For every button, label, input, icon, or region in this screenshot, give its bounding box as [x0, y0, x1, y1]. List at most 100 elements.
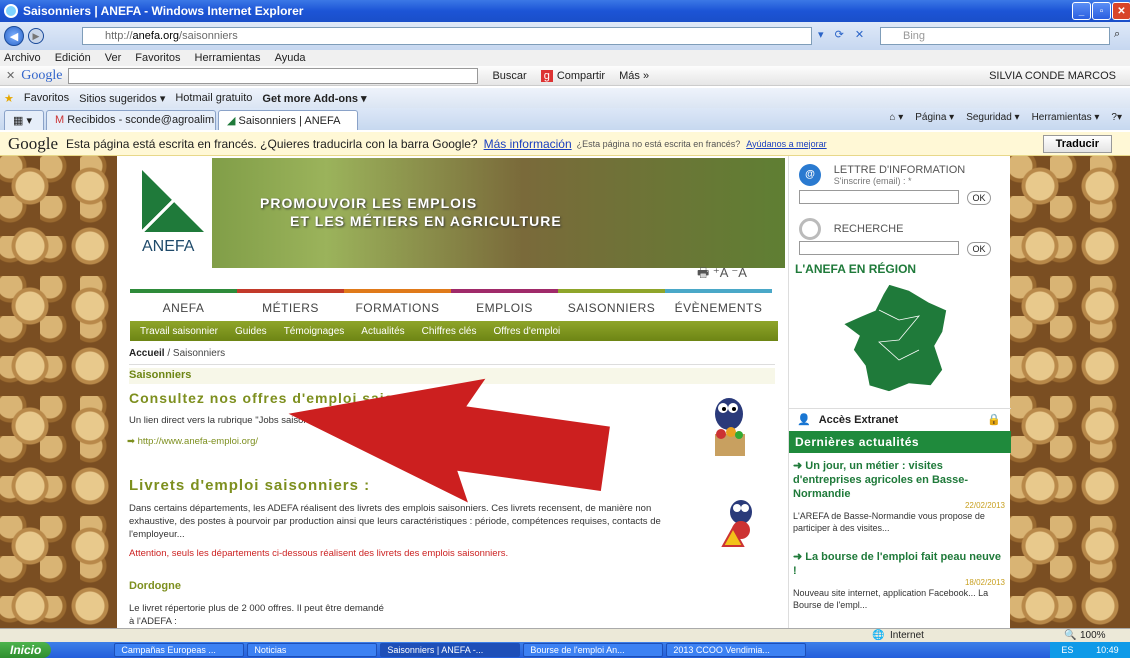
- print-icon[interactable]: 🖶: [697, 265, 709, 280]
- tab-recibidos-label: Recibidos - sconde@agroalim...: [67, 114, 216, 126]
- internet-zone-icon: 🌐: [872, 630, 885, 641]
- close-button[interactable]: ✕: [1112, 2, 1130, 20]
- logs-background-left: [0, 156, 117, 628]
- news-title[interactable]: ➜ Un jour, un métier : visites d'entrepr…: [793, 459, 1005, 501]
- search-icon[interactable]: ⌕: [1114, 28, 1120, 41]
- fav-item-addons[interactable]: Get more Add-ons ▾: [262, 92, 366, 105]
- newsletter-ok-button[interactable]: OK: [967, 191, 991, 205]
- nav-formations[interactable]: FORMATIONS: [344, 289, 451, 315]
- search-block: RECHERCHE: [799, 218, 903, 240]
- subnav-guides[interactable]: Guides: [235, 326, 267, 337]
- newsletter-title: LETTRE D'INFORMATION: [833, 164, 966, 176]
- region-title: L'ANEFA EN RÉGION: [795, 262, 917, 276]
- extranet-link[interactable]: 👤 Accès Extranet 🔒: [789, 408, 1011, 430]
- compartir-button[interactable]: Compartir: [557, 70, 605, 82]
- news-item[interactable]: ➜ La bourse de l'emploi fait peau neuve …: [793, 550, 1005, 611]
- taskbar-bourse[interactable]: Bourse de l'emploi An...: [523, 643, 664, 657]
- close-toolbar-icon[interactable]: ✕: [6, 69, 15, 82]
- buscar-button[interactable]: Buscar: [492, 70, 526, 82]
- link-anefa-emploi[interactable]: ➡ http://www.anefa-emploi.org/: [127, 436, 258, 447]
- user-icon: 👤: [797, 414, 811, 426]
- breadcrumb-home[interactable]: Accueil: [129, 348, 165, 359]
- header-banner: ANEFA PROMOUVOIR LES EMPLOIS ET LES MÉTI…: [130, 158, 785, 268]
- banner-slogan: PROMOUVOIR LES EMPLOIS ET LES MÉTIERS EN…: [260, 194, 562, 230]
- news-item[interactable]: ➜ Un jour, un métier : visites d'entrepr…: [793, 459, 1005, 534]
- extranet-label: Accès Extranet: [818, 413, 899, 426]
- zoom-level[interactable]: 100%: [1080, 630, 1106, 641]
- home-icon[interactable]: ⌂ ▾: [889, 112, 903, 123]
- mas-informacion-link[interactable]: Más información: [484, 137, 572, 151]
- mascot-warning-image: [717, 496, 757, 547]
- taskbar-noticias[interactable]: Noticias: [247, 643, 378, 657]
- fav-item-sitios[interactable]: Sitios sugeridos ▾: [79, 92, 165, 105]
- subnav-travail[interactable]: Travail saisonnier: [140, 326, 218, 337]
- ayudanos-link[interactable]: Ayúdanos a mejorar: [746, 139, 826, 149]
- banner-line-1: PROMOUVOIR LES EMPLOIS: [260, 195, 478, 211]
- warning-text: Attention, seuls les départements ci-des…: [129, 548, 509, 559]
- address-domain: anefa.org: [132, 30, 180, 42]
- maximize-button[interactable]: ▫: [1092, 2, 1111, 20]
- banner-line-2: ET LES MÉTIERS EN AGRICULTURE: [290, 213, 562, 229]
- nav-saisonniers[interactable]: SAISONNIERS: [558, 289, 665, 315]
- translate-small: ¿Esta página no está escrita en francés?: [576, 138, 741, 149]
- minimize-button[interactable]: _: [1072, 2, 1091, 20]
- tab-recibidos[interactable]: M Recibidos - sconde@agroalim...: [46, 110, 216, 130]
- text-livrets: Dans certains départements, les ADEFA ré…: [129, 503, 661, 540]
- pagina-menu[interactable]: Página ▾: [915, 112, 954, 123]
- subnav-actualites[interactable]: Actualités: [361, 326, 404, 337]
- forward-icon[interactable]: ▶: [28, 28, 44, 44]
- menu-ver[interactable]: Ver: [105, 52, 122, 64]
- menu-favoritos[interactable]: Favoritos: [135, 52, 180, 64]
- system-tray: ES 10:49: [1050, 642, 1130, 658]
- address-input[interactable]: http://anefa.org/saisonniers: [82, 27, 812, 45]
- nav-metiers[interactable]: MÉTIERS: [237, 289, 344, 315]
- subnav-temoignages[interactable]: Témoignages: [284, 326, 345, 337]
- taskbar-campanas[interactable]: Campañas Europeas ...: [114, 643, 245, 657]
- search-placeholder: Bing: [903, 30, 926, 42]
- google-search-input[interactable]: [68, 67, 479, 84]
- zoom-icon[interactable]: 🔍: [1064, 630, 1076, 641]
- language-indicator[interactable]: ES: [1061, 645, 1073, 655]
- news-text: L'AREFA de Basse-Normandie vous propose …: [793, 511, 985, 533]
- menu-archivo[interactable]: Archivo: [4, 52, 41, 64]
- taskbar-saisonniers[interactable]: Saisonniers | ANEFA -...: [380, 643, 521, 657]
- nav-anefa[interactable]: ANEFA: [130, 289, 237, 315]
- nav-evenements[interactable]: ÉVÈNEMENTS: [665, 289, 772, 315]
- menu-edicion[interactable]: Edición: [55, 52, 91, 64]
- font-size-text[interactable]: ⁺A ⁻A: [713, 265, 747, 280]
- font-size-controls[interactable]: 🖶 ⁺A ⁻A: [697, 264, 747, 286]
- quick-tabs-icon[interactable]: ▦ ▾: [4, 110, 44, 130]
- favorites-button[interactable]: Favoritos: [24, 92, 69, 104]
- search-input[interactable]: Bing: [880, 27, 1110, 45]
- news-title[interactable]: ➜ La bourse de l'emploi fait peau neuve …: [793, 550, 1005, 578]
- google-toolbar: ✕ Google Buscar g Compartir Más » SILVIA…: [0, 66, 1130, 86]
- help-icon[interactable]: ?▾: [1111, 112, 1122, 123]
- start-label: Inicio: [10, 643, 42, 657]
- site-search-ok-button[interactable]: OK: [967, 242, 991, 256]
- window-title: Saisonniers | ANEFA - Windows Internet E…: [23, 4, 304, 18]
- search-title: RECHERCHE: [833, 222, 904, 235]
- newsletter-email-input[interactable]: [799, 190, 959, 204]
- heading-dordogne: Dordogne: [129, 580, 181, 592]
- start-button[interactable]: Inicio: [0, 642, 52, 658]
- traducir-button[interactable]: Traducir: [1042, 135, 1112, 153]
- taskbar-ccoo[interactable]: 2013 CCOO Vendimia...: [666, 643, 807, 657]
- mas-button[interactable]: Más »: [619, 70, 649, 82]
- nav-emplois[interactable]: EMPLOIS: [451, 289, 558, 315]
- tab-anefa[interactable]: ◢ Saisonniers | ANEFA: [218, 110, 358, 130]
- menu-ayuda[interactable]: Ayuda: [275, 52, 306, 64]
- seguridad-menu[interactable]: Seguridad ▾: [966, 112, 1019, 123]
- subnav-chiffres[interactable]: Chiffres clés: [422, 326, 477, 337]
- menu-herramientas[interactable]: Herramientas: [195, 52, 261, 64]
- subnav-offres[interactable]: Offres d'emploi: [493, 326, 560, 337]
- herramientas-menu[interactable]: Herramientas ▾: [1032, 112, 1100, 123]
- main-nav: ANEFA MÉTIERS FORMATIONS EMPLOIS SAISONN…: [130, 289, 772, 315]
- site-search-input[interactable]: [799, 241, 959, 255]
- france-map[interactable]: [839, 280, 959, 400]
- fav-item-hotmail[interactable]: Hotmail gratuito: [175, 92, 252, 104]
- anefa-logo[interactable]: ANEFA: [130, 158, 212, 268]
- google-user[interactable]: SILVIA CONDE MARCOS: [989, 70, 1116, 82]
- breadcrumb: Accueil / Saisonniers: [129, 348, 775, 365]
- refresh-stop-icons[interactable]: ▾ ⟳ ✕: [818, 28, 868, 41]
- back-icon[interactable]: ◀: [4, 26, 24, 46]
